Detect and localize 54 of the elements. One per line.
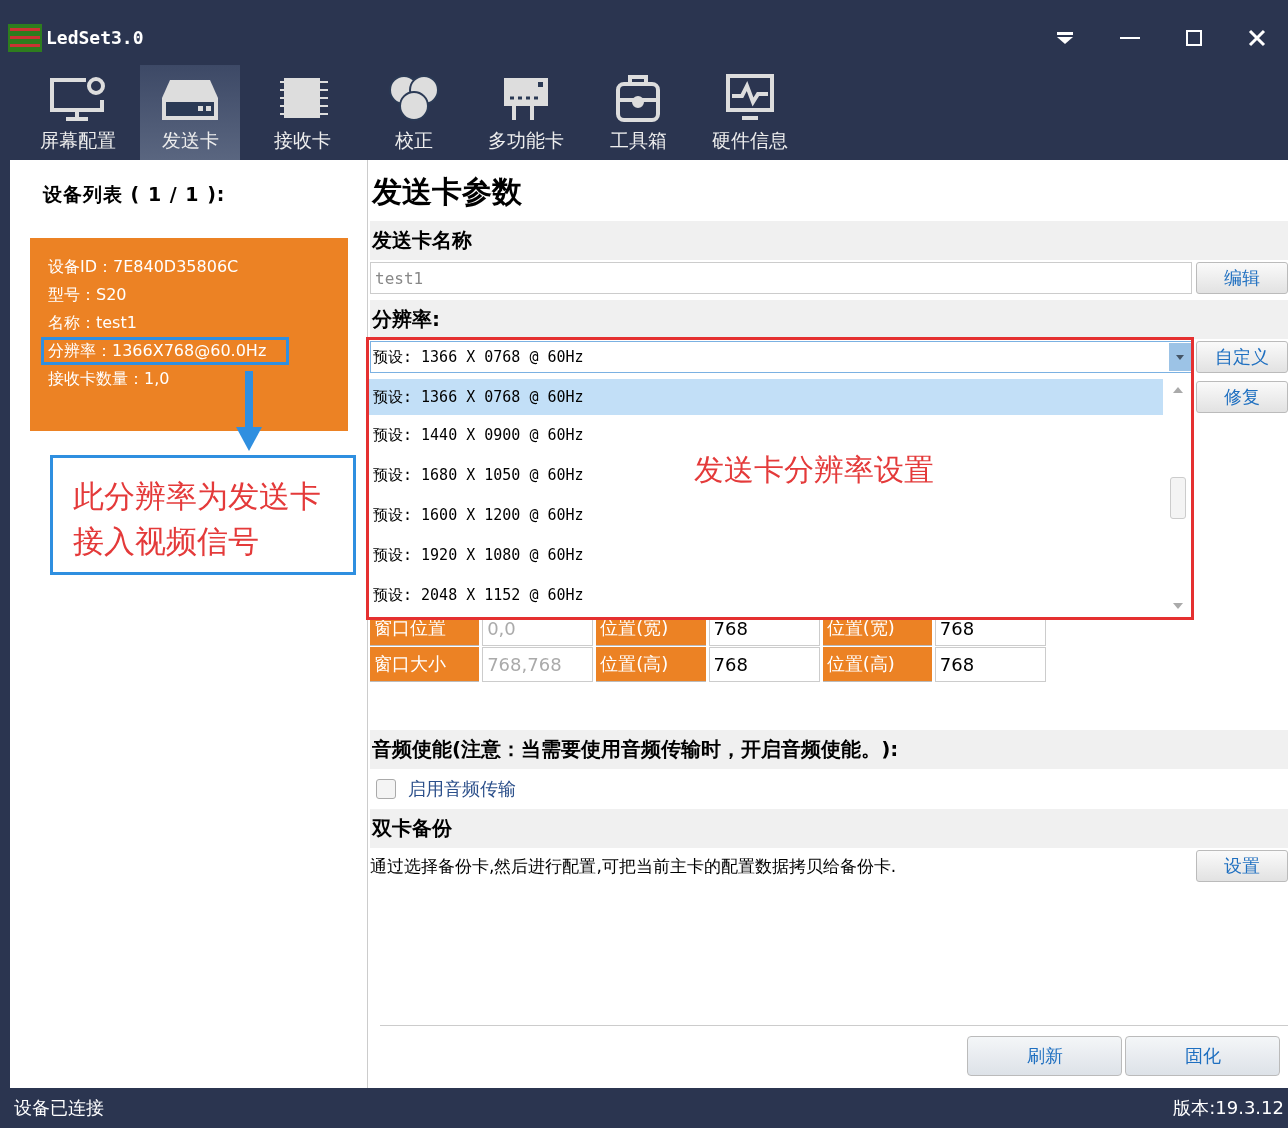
dropdown-icon[interactable] — [1056, 30, 1074, 45]
annotation-text: 此分辨率为发送卡 — [73, 477, 322, 516]
toolbar-tab[interactable]: 校正 — [364, 65, 464, 160]
caret-icon[interactable] — [1169, 343, 1191, 371]
toolbar-tab[interactable]: 接收卡 — [252, 65, 352, 160]
table-cell: 窗口大小 — [370, 647, 480, 682]
toolbar-tab[interactable]: 发送卡 — [140, 65, 240, 160]
custom-button[interactable]: 自定义 — [1196, 341, 1288, 373]
table-cell: 位置(高) — [822, 647, 932, 682]
table-cell: 768 — [934, 647, 1047, 682]
edit-button[interactable]: 编辑 — [1196, 262, 1288, 294]
device-info-text: 设备ID：7E840D35806C — [47, 256, 240, 278]
app-logo-icon — [8, 23, 42, 52]
dropdown-option[interactable]: 预设: 1600 X 1200 @ 60Hz — [369, 495, 673, 535]
close-icon[interactable] — [1248, 28, 1266, 47]
toolbar-tab[interactable]: 屏幕配置 — [28, 65, 128, 160]
dropdown-option[interactable]: 预设: 1920 X 1080 @ 60Hz — [369, 535, 673, 575]
resolution-dropdown[interactable]: 预设: 1366 X 0768 @ 60Hz — [370, 341, 1192, 373]
action-button[interactable]: 固化 — [1125, 1036, 1280, 1076]
section-header: 双卡备份 — [370, 809, 1288, 848]
maximize-icon[interactable] — [1186, 29, 1202, 46]
scroll-up-icon[interactable] — [1171, 385, 1185, 395]
scrollbar-thumb[interactable] — [1170, 477, 1186, 519]
section-header: 发送卡名称 — [370, 221, 1288, 260]
annotation-text: 发送卡分辨率设置 — [694, 451, 934, 489]
checkbox-label[interactable]: 启用音频传输 — [408, 777, 516, 801]
device-list-title: 设备列表 ( 1 / 1 ): — [43, 182, 226, 207]
scroll-down-icon[interactable] — [1171, 601, 1185, 611]
status-text: 设备已连接 — [14, 1096, 104, 1120]
dropdown-option[interactable]: 预设: 1680 X 1050 @ 60Hz — [369, 455, 673, 495]
section-header: 音频使能(注意：当需要使用音频传输时，开启音频使能。): — [370, 730, 1288, 769]
checkbox[interactable] — [376, 779, 396, 799]
table-cell: 位置(高) — [596, 647, 706, 682]
action-button[interactable]: 刷新 — [967, 1036, 1122, 1076]
restore-button[interactable]: 修复 — [1196, 381, 1288, 413]
description-text: 通过选择备份卡,然后进行配置,可把当前主卡的配置数据拷贝给备份卡. — [370, 854, 898, 878]
table-cell: 768 — [708, 647, 820, 682]
device-info-text: 接收卡数量：1,0 — [47, 368, 171, 390]
annotation-text: 接入视频信号 — [73, 522, 260, 561]
settings-button[interactable]: 设置 — [1196, 850, 1288, 882]
dropdown-option[interactable]: 预设: 1440 X 0900 @ 60Hz — [369, 415, 673, 455]
section-title: 发送卡参数 — [372, 173, 523, 211]
version-text: 版本:19.3.12 — [1173, 1096, 1284, 1120]
device-info-text: 名称：test1 — [47, 312, 138, 334]
toolbar-tab[interactable]: 多功能卡 — [476, 65, 576, 160]
toolbar-tab[interactable]: 工具箱 — [588, 65, 688, 160]
device-info-text: 分辨率：1366X768@60.0Hz — [41, 337, 290, 365]
section-header: 分辨率: — [370, 300, 1288, 339]
device-info-text: 型号：S20 — [47, 284, 128, 306]
table-cell: 768,768 — [482, 647, 594, 682]
name-field[interactable]: test1 — [370, 262, 1192, 294]
window-title: LedSet3.0 — [46, 27, 144, 48]
toolbar-tab[interactable]: 硬件信息 — [700, 65, 800, 160]
dropdown-option[interactable]: 预设: 1366 X 0768 @ 60Hz — [369, 379, 1163, 415]
